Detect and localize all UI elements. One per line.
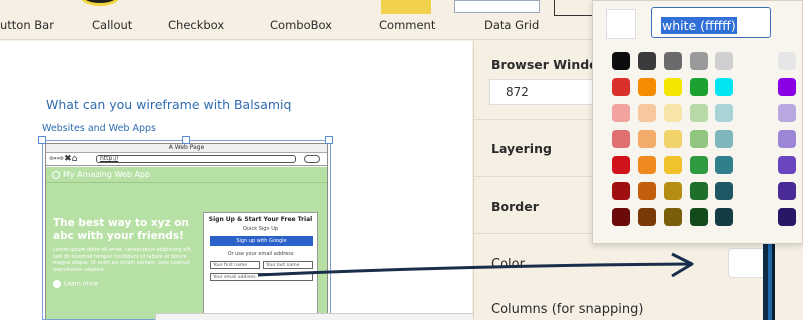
color-swatch[interactable] (715, 208, 733, 226)
library-item-callout[interactable]: Callout (92, 18, 132, 32)
color-swatch[interactable] (690, 52, 708, 70)
resize-handle-top[interactable] (182, 136, 190, 144)
color-swatch[interactable] (690, 156, 708, 174)
color-swatch[interactable] (664, 182, 682, 200)
color-swatch[interactable] (664, 130, 682, 148)
color-swatch[interactable] (690, 130, 708, 148)
bottom-floating-panel (155, 313, 485, 320)
color-swatch[interactable] (778, 78, 796, 96)
resize-handle-top-left[interactable] (38, 136, 46, 144)
color-swatch[interactable] (638, 156, 656, 174)
canvas-subheading[interactable]: Websites and Web Apps (42, 123, 156, 134)
color-swatch[interactable] (612, 104, 630, 122)
color-swatch[interactable] (715, 182, 733, 200)
layering-section-label[interactable]: Layering (491, 141, 552, 156)
color-preview-swatch (606, 9, 636, 39)
color-swatch[interactable] (612, 130, 630, 148)
color-swatch[interactable] (778, 104, 796, 122)
color-swatch[interactable] (778, 130, 796, 148)
color-swatch[interactable] (778, 52, 796, 70)
color-swatch[interactable] (664, 52, 682, 70)
color-swatch[interactable] (664, 208, 682, 226)
color-hex-input[interactable]: white (ffffff) (651, 7, 771, 38)
selection-outline (38, 136, 333, 320)
color-swatch[interactable] (612, 208, 630, 226)
columns-label: Columns (for snapping) (491, 302, 644, 317)
color-swatch[interactable] (638, 52, 656, 70)
library-item-button-bar[interactable]: utton Bar (0, 18, 54, 32)
library-item-checkbox[interactable]: Checkbox (168, 18, 224, 32)
color-label: Color (491, 257, 525, 272)
color-swatch[interactable] (638, 208, 656, 226)
color-swatch[interactable] (612, 78, 630, 96)
color-swatch[interactable] (638, 130, 656, 148)
color-swatch[interactable] (778, 208, 796, 226)
color-hex-value: white (ffffff) (661, 17, 737, 34)
data-grid-thumbnail[interactable] (454, 0, 540, 13)
color-swatch[interactable] (664, 104, 682, 122)
resize-handle-top-right[interactable] (325, 136, 333, 144)
color-picker-popover: white (ffffff) (592, 0, 803, 244)
color-swatch[interactable] (778, 156, 796, 174)
color-swatch[interactable] (638, 182, 656, 200)
color-swatch[interactable] (664, 156, 682, 174)
canvas-heading[interactable]: What can you wireframe with Balsamiq (46, 97, 291, 112)
color-swatch[interactable] (778, 182, 796, 200)
library-item-combobox[interactable]: ComboBox (270, 18, 332, 32)
color-swatch[interactable] (715, 52, 733, 70)
color-swatch[interactable] (612, 182, 630, 200)
color-swatch[interactable] (612, 156, 630, 174)
color-swatch[interactable] (638, 78, 656, 96)
color-swatch[interactable] (715, 156, 733, 174)
color-swatch[interactable] (664, 78, 682, 96)
border-section-label: Border (491, 199, 539, 214)
comment-thumbnail[interactable] (381, 0, 431, 14)
color-swatch[interactable] (690, 104, 708, 122)
library-item-data-grid[interactable]: Data Grid (484, 18, 539, 32)
color-swatch[interactable] (715, 104, 733, 122)
balsamiq-editor: utton Bar Callout Checkbox ComboBox Comm… (0, 0, 803, 320)
color-swatch[interactable] (638, 104, 656, 122)
width-input[interactable]: 872 (489, 79, 599, 105)
color-swatch[interactable] (690, 182, 708, 200)
color-swatch[interactable] (715, 130, 733, 148)
color-swatch[interactable] (715, 78, 733, 96)
library-item-comment[interactable]: Comment (379, 18, 435, 32)
next-component-thumbnail[interactable] (554, 0, 594, 16)
color-swatch[interactable] (612, 52, 630, 70)
color-swatch[interactable] (690, 208, 708, 226)
color-swatch[interactable] (690, 78, 708, 96)
callout-thumbnail[interactable] (80, 0, 120, 6)
